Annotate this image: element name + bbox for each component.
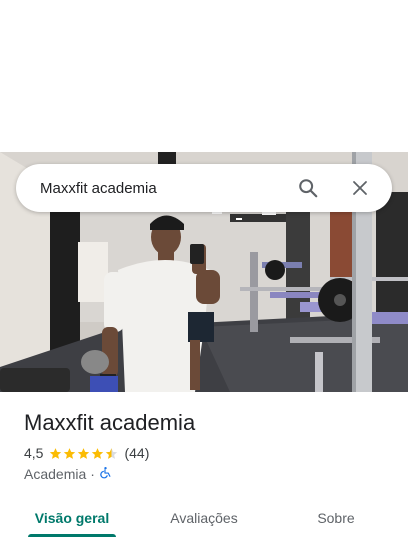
search-input[interactable]: Maxxfit academia xyxy=(40,180,290,197)
star-half-icon xyxy=(106,447,118,459)
rating-value: 4,5 xyxy=(24,445,44,461)
star-icon xyxy=(50,447,62,459)
review-count[interactable]: (44) xyxy=(124,445,149,461)
active-tab-indicator xyxy=(28,534,116,537)
rating-row[interactable]: 4,5 (44) xyxy=(24,444,149,462)
tab-reviews[interactable]: Avaliações xyxy=(160,496,248,540)
category-row: Academia · xyxy=(24,465,112,483)
search-icon[interactable] xyxy=(290,170,326,206)
separator-dot: · xyxy=(90,466,95,482)
map-area-blank xyxy=(0,0,408,152)
search-bar[interactable]: Maxxfit academia xyxy=(16,164,392,212)
category-label: Academia xyxy=(24,466,87,482)
star-icon xyxy=(78,447,90,459)
tab-bar: Visão geral Avaliações Sobre xyxy=(0,496,408,540)
rating-stars xyxy=(49,447,119,460)
star-icon xyxy=(64,447,76,459)
star-icon xyxy=(92,447,104,459)
place-title: Maxxfit academia xyxy=(24,410,196,435)
close-icon[interactable] xyxy=(342,170,378,206)
wheelchair-icon[interactable] xyxy=(99,466,112,482)
tab-about[interactable]: Sobre xyxy=(292,496,380,540)
